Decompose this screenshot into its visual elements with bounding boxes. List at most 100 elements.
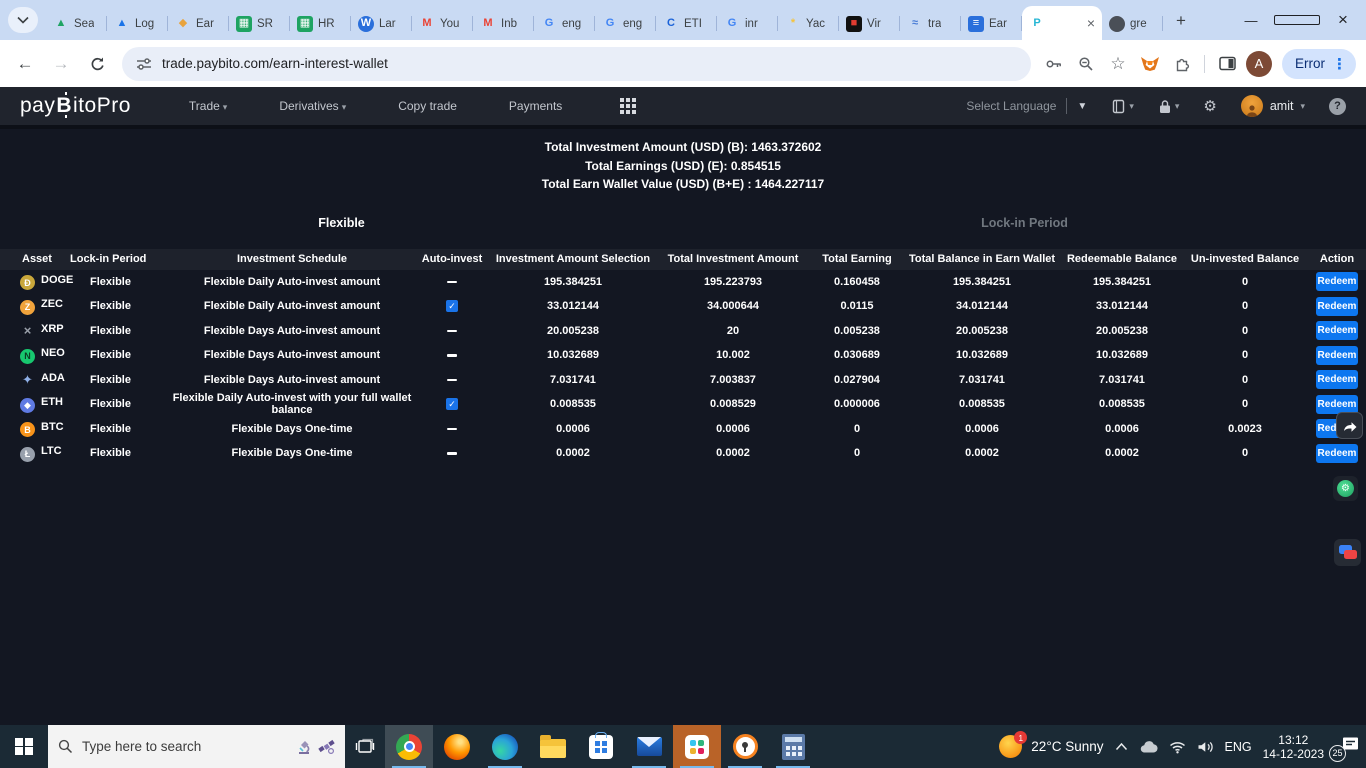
redeem-button[interactable]: Redeem xyxy=(1316,296,1358,316)
bookmark-star-icon[interactable]: ☆ xyxy=(1105,51,1131,77)
clock[interactable]: 13:12 14-12-2023 xyxy=(1263,733,1324,761)
apps-grid-icon[interactable] xyxy=(620,98,637,114)
reload-button[interactable] xyxy=(82,49,112,79)
browser-tab[interactable]: gre xyxy=(1102,7,1163,40)
redeem-button[interactable]: Redeem xyxy=(1316,321,1358,341)
browser-tab[interactable]: M You xyxy=(412,7,473,40)
language-selector[interactable]: Select Language ▼ xyxy=(966,98,1087,114)
tab-flexible[interactable]: Flexible xyxy=(0,210,683,236)
redeem-button[interactable]: Redeem xyxy=(1316,394,1358,414)
value-cell-5: 0 xyxy=(1241,349,1249,362)
paybito-icon: P xyxy=(1033,16,1041,29)
browser-tab-active[interactable]: P × xyxy=(1022,6,1102,40)
browser-profile-avatar[interactable]: A xyxy=(1246,50,1272,77)
table-row-zec: Z ZEC Flexible Flexible Daily Auto-invest a… xyxy=(0,294,1366,319)
mail-taskbar-icon[interactable] xyxy=(625,725,673,768)
value-cell-0: 0.0002 xyxy=(556,447,590,460)
asset-cell: ◆ ETH xyxy=(0,392,63,417)
browser-menu-error-button[interactable]: Error ⋮ xyxy=(1282,48,1356,79)
auto-invest-cell xyxy=(412,319,492,344)
wifi-icon[interactable] xyxy=(1169,740,1186,754)
tab-close-icon[interactable]: × xyxy=(1087,15,1095,31)
minimize-button[interactable]: — xyxy=(1228,0,1274,40)
nav-item-copy-trade[interactable]: Copy trade xyxy=(398,99,457,113)
keyboard-language[interactable]: ENG xyxy=(1225,740,1252,754)
redeem-button[interactable]: Redeem xyxy=(1316,272,1358,292)
password-key-icon[interactable] xyxy=(1041,51,1067,77)
support-widget-button[interactable]: ⚙ xyxy=(1333,476,1358,501)
chrome-taskbar-icon[interactable] xyxy=(385,725,433,768)
browser-tab[interactable]: Geng xyxy=(534,7,595,40)
schedule-cell: Flexible Daily Auto-invest amount xyxy=(203,300,381,313)
nav-item-trade[interactable]: Trade ▾ xyxy=(189,99,227,113)
browser-tab[interactable]: ≈ tra xyxy=(900,7,961,40)
share-widget-button[interactable] xyxy=(1336,412,1363,439)
forward-button[interactable]: → xyxy=(46,49,76,79)
firefox-taskbar-icon[interactable] xyxy=(433,725,481,768)
chat-widget-button[interactable] xyxy=(1334,539,1361,566)
tab-search-button[interactable] xyxy=(8,7,38,33)
volume-icon[interactable] xyxy=(1197,740,1214,754)
action-center-button[interactable]: 25 xyxy=(1329,736,1360,762)
start-button[interactable] xyxy=(0,725,48,768)
metamask-extension-icon[interactable] xyxy=(1137,51,1163,77)
table-row-neo: N NEO Flexible Flexible Days Auto-invest am… xyxy=(0,343,1366,368)
store-taskbar-icon[interactable] xyxy=(577,725,625,768)
lock-in-cell: Flexible xyxy=(90,349,131,362)
taskbar-search-input[interactable]: Type here to search xyxy=(48,725,345,768)
zoom-icon[interactable] xyxy=(1073,51,1099,77)
auto-invest-checkbox-checked[interactable]: ✓ xyxy=(446,398,458,411)
tab-lock-in-period[interactable]: Lock-in Period xyxy=(683,210,1366,236)
back-button[interactable]: ← xyxy=(10,49,40,79)
task-view-button[interactable] xyxy=(345,725,385,768)
user-menu[interactable]: amit ▾ xyxy=(1240,95,1305,117)
browser-tab[interactable]: ▲ Log xyxy=(107,7,168,40)
redeem-button[interactable]: Redeem xyxy=(1316,370,1358,390)
slack-taskbar-icon[interactable] xyxy=(673,725,721,768)
browser-tab[interactable]: ≡ Ear xyxy=(961,7,1022,40)
eth-coin-icon: ◆ xyxy=(20,397,35,413)
value-cell-4: 7.031741 xyxy=(1099,373,1145,386)
action-cell: Redeem xyxy=(1308,368,1366,393)
browser-tab[interactable]: ◆ Ear xyxy=(168,7,229,40)
close-button[interactable]: × xyxy=(1320,0,1366,40)
kebab-menu-icon[interactable]: ⋮ xyxy=(1332,55,1347,73)
tray-overflow-chevron[interactable] xyxy=(1115,742,1128,751)
screen: ▲ Sea ▲ Log ◆ Ear ▦ SR ▦ HR W Lar M You M Inb Geng Geng C E… xyxy=(0,0,1366,768)
paybito-logo[interactable]: payBitoPro xyxy=(20,94,131,118)
auto-invest-cell xyxy=(412,368,492,393)
language-dropdown-icon[interactable]: ▼ xyxy=(1077,101,1087,112)
auto-invest-checkbox-checked[interactable]: ✓ xyxy=(446,300,458,313)
redeem-button[interactable]: Redeem xyxy=(1316,345,1358,365)
value-cell-5: 0.0023 xyxy=(1228,422,1262,435)
browser-tab[interactable]: Ginr xyxy=(717,7,778,40)
new-tab-button[interactable]: + xyxy=(1167,7,1195,35)
browser-tab[interactable]: ▦ SR xyxy=(229,7,290,40)
orders-menu[interactable]: ▾ xyxy=(1111,99,1134,114)
browser-tab[interactable]: ■ Vir xyxy=(839,7,900,40)
onedrive-icon[interactable] xyxy=(1139,740,1158,753)
url-text[interactable]: trade.paybito.com/earn-interest-wallet xyxy=(162,56,388,71)
settings-gear-icon[interactable]: ⚙ xyxy=(1203,97,1216,115)
browser-tab[interactable]: W Lar xyxy=(351,7,412,40)
help-icon[interactable]: ? xyxy=(1329,97,1346,115)
side-panel-icon[interactable] xyxy=(1214,51,1240,77)
browser-tab[interactable]: Geng xyxy=(595,7,656,40)
browser-tab[interactable]: C ETI xyxy=(656,7,717,40)
file-explorer-taskbar-icon[interactable] xyxy=(529,725,577,768)
redeem-button[interactable]: Redeem xyxy=(1316,443,1358,463)
browser-tab[interactable]: * Yac xyxy=(778,7,839,40)
nav-item-derivatives[interactable]: Derivatives ▾ xyxy=(279,99,346,113)
maximize-button[interactable] xyxy=(1274,0,1320,40)
address-bar[interactable]: trade.paybito.com/earn-interest-wallet xyxy=(122,46,1031,81)
browser-tab[interactable]: ▲ Sea xyxy=(46,7,107,40)
nav-item-payments[interactable]: Payments xyxy=(509,99,562,113)
browser-tab[interactable]: M Inb xyxy=(473,7,534,40)
openvpn-taskbar-icon[interactable] xyxy=(721,725,769,768)
weather-widget[interactable]: 1 22°C Sunny xyxy=(999,731,1104,758)
browser-tab[interactable]: ▦ HR xyxy=(290,7,351,40)
wallet-menu[interactable]: ▾ xyxy=(1158,99,1179,114)
edge-taskbar-icon[interactable] xyxy=(481,725,529,768)
calculator-taskbar-icon[interactable] xyxy=(769,725,817,768)
extensions-puzzle-icon[interactable] xyxy=(1169,51,1195,77)
